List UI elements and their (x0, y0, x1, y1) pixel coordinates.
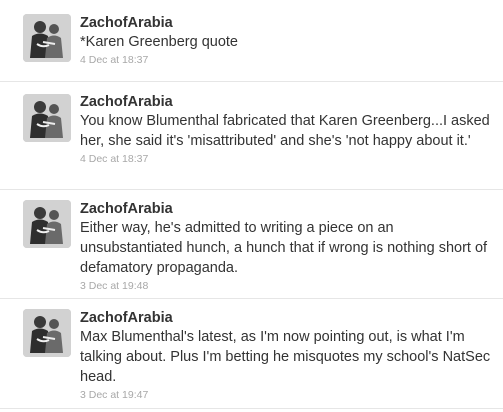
tweet-item: ZachofArabia *Karen Greenberg quote 4 De… (0, 0, 503, 82)
avatar[interactable] (23, 14, 71, 62)
tweet-text: Max Blumenthal's latest, as I'm now poin… (80, 329, 491, 385)
timestamp[interactable]: 4 Dec at 18:37 (80, 54, 493, 67)
avatar-image (23, 200, 71, 248)
timestamp[interactable]: 4 Dec at 18:37 (80, 153, 493, 166)
tweet-content: ZachofArabia Max Blumenthal's latest, as… (80, 310, 493, 402)
author-name[interactable]: ZachofArabia (80, 310, 493, 327)
tweet-item: ZachofArabia You know Blumenthal fabrica… (0, 82, 503, 190)
tweet-text: Either way, he's admitted to writing a p… (80, 220, 488, 276)
timestamp[interactable]: 3 Dec at 19:47 (80, 389, 493, 402)
author-name[interactable]: ZachofArabia (80, 94, 493, 111)
tweet-text: *Karen Greenberg quote (80, 34, 238, 50)
avatar-image (23, 94, 71, 142)
avatar[interactable] (23, 309, 71, 357)
avatar-image (23, 14, 71, 62)
tweet-content: ZachofArabia Either way, he's admitted t… (80, 201, 493, 293)
timestamp[interactable]: 3 Dec at 19:48 (80, 280, 493, 293)
tweet-text: You know Blumenthal fabricated that Kare… (80, 113, 490, 149)
tweet-content: ZachofArabia You know Blumenthal fabrica… (80, 94, 493, 166)
author-name[interactable]: ZachofArabia (80, 15, 493, 32)
avatar-image (23, 309, 71, 357)
tweet-feed: ZachofArabia *Karen Greenberg quote 4 De… (0, 0, 503, 412)
tweet-content: ZachofArabia *Karen Greenberg quote 4 De… (80, 15, 493, 67)
tweet-item: ZachofArabia Max Blumenthal's latest, as… (0, 299, 503, 409)
tweet-item: ZachofArabia Either way, he's admitted t… (0, 190, 503, 299)
avatar[interactable] (23, 200, 71, 248)
avatar[interactable] (23, 94, 71, 142)
author-name[interactable]: ZachofArabia (80, 201, 493, 218)
